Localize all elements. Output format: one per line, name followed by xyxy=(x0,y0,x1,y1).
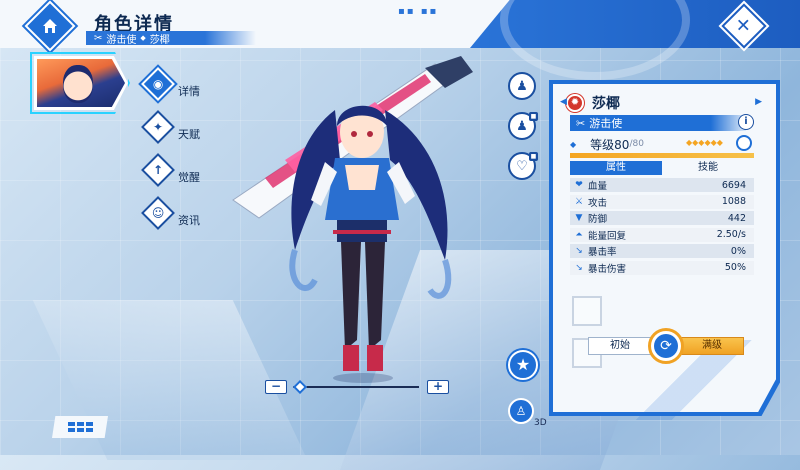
exp-bar-fill xyxy=(570,153,754,158)
zoom-slider: − + xyxy=(265,379,451,395)
stat-row: ⏶ 能量回复 2.50/s xyxy=(570,227,754,242)
portrait-face xyxy=(63,65,93,103)
stat-row: ↘ 暴击率 0% xyxy=(570,244,754,258)
nav-info[interactable]: ☺ 资讯 xyxy=(141,196,232,230)
portrait-image xyxy=(37,59,125,107)
character-name: 莎椰 xyxy=(592,96,620,112)
outfit-button-3[interactable]: ♡ ■ xyxy=(508,152,538,180)
outfit-button-1[interactable]: ♟ xyxy=(508,72,536,100)
zoom-track[interactable] xyxy=(293,386,419,388)
stat-row: ⚔ 攻击 1088 xyxy=(570,194,754,209)
zoom-thumb[interactable] xyxy=(292,379,308,395)
nav-label: 觉醒 xyxy=(178,171,200,184)
swimsuit-icon: ♡ xyxy=(516,158,528,174)
class-crumb-icon: ✂ xyxy=(94,32,103,44)
heart-icon: ❤ xyxy=(575,180,583,190)
diamond-icon: ◆ xyxy=(570,139,577,149)
character-name-row: ◀ ✹ 莎椰 ▶ xyxy=(560,93,762,113)
lock-icon: ■ xyxy=(529,152,538,161)
view-3d-label: 3D xyxy=(534,418,547,428)
stat-row: ↘ 暴击伤害 50% xyxy=(570,260,754,275)
header-panel xyxy=(0,0,520,48)
breadcrumb-name: 莎椰 xyxy=(149,34,170,46)
fire-element-icon: ✹ xyxy=(566,94,584,112)
crit-icon: ↘ xyxy=(575,246,583,256)
toggle-stats-button[interactable]: ⟳ xyxy=(648,328,684,364)
exp-bar xyxy=(570,153,754,158)
nav-talent[interactable]: ✦ 天赋 xyxy=(141,110,232,144)
nav-details[interactable]: ◉ 详情 xyxy=(141,67,232,101)
stat-row: ❤ 血量 6694 xyxy=(570,178,754,192)
decor-dots: ▪▪ ▪▪ xyxy=(398,6,439,17)
stat-label: 能量回复 xyxy=(588,230,627,242)
initial-stats-button[interactable]: 初始 xyxy=(588,337,652,355)
zoom-in-button[interactable]: + xyxy=(427,380,449,394)
stat-label: 暴击率 xyxy=(588,247,617,258)
level-label: 等级80 xyxy=(590,137,630,152)
star-icon: ★ xyxy=(515,355,531,374)
level-max: /80 xyxy=(629,139,644,149)
tab-attributes[interactable]: 属性 xyxy=(570,161,662,175)
stat-label: 暴击伤害 xyxy=(588,263,627,275)
stats-list: ❤ 血量 6694 ⚔ 攻击 1088 ▼ 防御 442 ⏶ 能量回复 2.50/s ↘ 暴击率 0% ↘ 暴击… xyxy=(570,178,754,277)
home-icon xyxy=(43,19,57,33)
rank-stars: ◆◆◆◆◆◆ xyxy=(686,138,723,147)
talent-icon: ✦ xyxy=(141,110,175,144)
legs xyxy=(341,242,361,350)
nav-awaken[interactable]: ↑ 觉醒 xyxy=(141,153,232,187)
breadcrumb-class: 游击使 xyxy=(106,34,137,46)
nav-label: 天赋 xyxy=(178,128,200,141)
lock-icon: ■ xyxy=(529,112,538,121)
outfit-button-2[interactable]: ♟ ■ xyxy=(508,112,538,140)
nav-label: 详情 xyxy=(178,85,200,98)
stat-label: 防御 xyxy=(588,214,608,225)
stat-value: 0% xyxy=(730,245,746,257)
diamond-icon: ◆ xyxy=(140,34,146,42)
top-bar: 角色详情 ✂ 游击使 ◆ 莎椰 ▪▪ ▪▪ ✕ xyxy=(0,0,800,80)
upgrade-badge-icon[interactable] xyxy=(736,135,752,151)
side-nav: ◉ 详情 ✦ 天赋 ↑ 觉醒 ☺ 资讯 xyxy=(141,67,232,240)
max-stats-button[interactable]: 满级 xyxy=(680,337,744,355)
character-class: ✂ 游击使 xyxy=(570,115,746,131)
prev-character-arrow[interactable]: ◀ xyxy=(560,97,567,107)
next-character-arrow[interactable]: ▶ xyxy=(755,97,762,107)
info-icon[interactable]: i xyxy=(738,114,754,130)
sword-icon: ⚔ xyxy=(574,196,584,207)
view-3d-button[interactable]: ♙ xyxy=(508,398,534,424)
class-label: 游击使 xyxy=(589,117,623,130)
crit-damage-icon: ↘ xyxy=(575,262,583,273)
awaken-arrow-icon: ↑ xyxy=(141,153,175,187)
dress-icon: ♟ xyxy=(516,78,528,94)
tab-skills[interactable]: 技能 xyxy=(662,161,754,175)
energy-icon: ⏶ xyxy=(575,229,583,240)
location-pin-icon: ◉ xyxy=(141,67,175,101)
stat-value: 50% xyxy=(724,262,746,273)
zoom-out-button[interactable]: − xyxy=(265,380,287,394)
breadcrumb: ✂ 游击使 ◆ 莎椰 xyxy=(86,31,256,46)
figure-icon: ♙ xyxy=(515,404,527,418)
grid-menu-button[interactable] xyxy=(52,416,108,438)
character-portrait[interactable] xyxy=(34,56,128,110)
nav-label: 资讯 xyxy=(178,214,200,227)
stat-label: 攻击 xyxy=(588,197,608,209)
stat-value: 6694 xyxy=(721,179,746,191)
shield-icon: ▼ xyxy=(575,213,583,223)
stat-value: 442 xyxy=(727,212,746,224)
stat-label: 血量 xyxy=(588,181,608,192)
close-icon: ✕ xyxy=(736,15,752,37)
stat-value: 1088 xyxy=(721,196,746,207)
equipment-slot-empty[interactable] xyxy=(572,296,602,326)
dress-icon: ♟ xyxy=(516,118,528,134)
class-icon: ✂ xyxy=(576,116,586,130)
favorite-star-button[interactable]: ★ xyxy=(508,350,538,380)
stat-value: 2.50/s xyxy=(716,229,746,240)
grid-icon xyxy=(67,422,93,432)
character-illustration xyxy=(232,56,473,383)
info-face-icon: ☺ xyxy=(141,196,175,230)
stat-row: ▼ 防御 442 xyxy=(570,211,754,225)
level-row: ◆ 等级80 /80 ◆◆◆◆◆◆ xyxy=(570,135,754,152)
refresh-icon: ⟳ xyxy=(654,334,678,358)
info-tabs: 属性 技能 xyxy=(570,161,754,175)
